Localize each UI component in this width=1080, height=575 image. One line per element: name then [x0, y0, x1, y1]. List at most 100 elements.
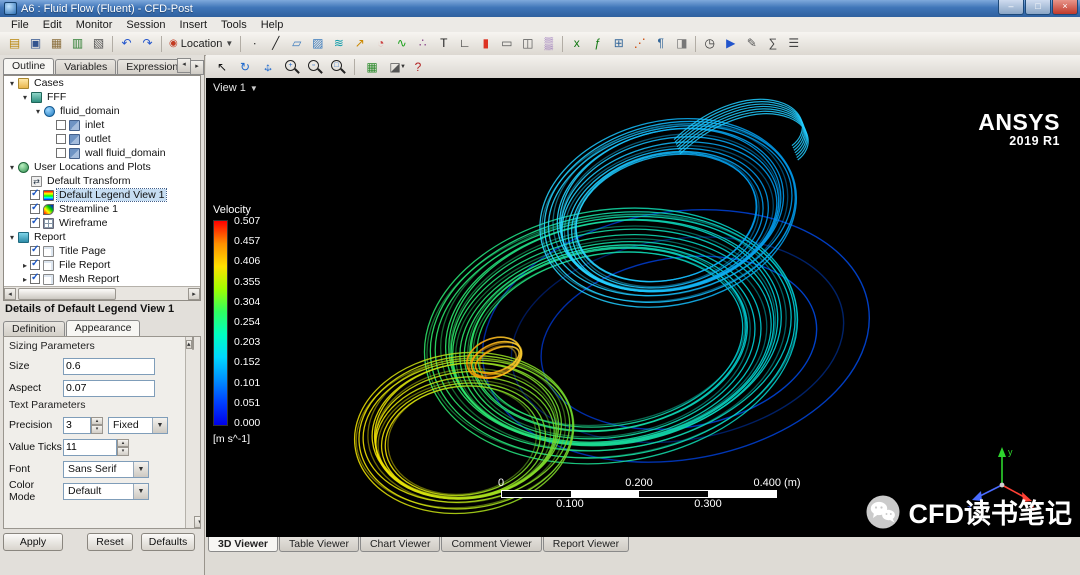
tree-item-inlet[interactable]: inlet — [4, 118, 200, 132]
reset-button[interactable]: Reset — [87, 533, 133, 551]
viewer-tab-table-viewer[interactable]: Table Viewer — [279, 537, 359, 552]
value-ticks-stepper[interactable]: ▴▾ — [117, 439, 129, 456]
insert-vector-icon[interactable]: ↗ — [349, 33, 370, 54]
tree-item-title-page[interactable]: Title Page — [4, 244, 200, 258]
size-input[interactable] — [63, 358, 155, 375]
undo-icon[interactable]: ↶ — [116, 33, 137, 54]
tree-item-user-locations-and-plots[interactable]: ▾User Locations and Plots — [4, 160, 200, 174]
viewer-tab-comment-viewer[interactable]: Comment Viewer — [441, 537, 541, 552]
report-icon[interactable]: ▥ — [67, 33, 88, 54]
details-vertical-scrollbar[interactable]: ▴ ▾ — [185, 337, 200, 528]
insert-clip-plane-icon[interactable]: ◫ — [517, 33, 538, 54]
insert-figure-icon[interactable]: ◨ — [671, 33, 692, 54]
visibility-checkbox[interactable] — [30, 204, 40, 214]
insert-expression-icon[interactable]: ƒ — [587, 33, 608, 54]
viewer-tab-chart-viewer[interactable]: Chart Viewer — [360, 537, 441, 552]
precision-mode-dropdown[interactable]: Fixed ▼ — [108, 417, 168, 434]
details-tab-appearance[interactable]: Appearance — [66, 320, 141, 336]
tree-item-report[interactable]: ▾Report — [4, 230, 200, 244]
aspect-input[interactable] — [63, 380, 155, 397]
insert-line-icon[interactable]: ╱ — [265, 33, 286, 54]
visibility-checkbox[interactable] — [30, 274, 40, 284]
macro-calculator-icon[interactable]: ☰ — [783, 33, 804, 54]
insert-instance-transform-icon[interactable]: ▭ — [496, 33, 517, 54]
tree-item-default-transform[interactable]: ⇄Default Transform — [4, 174, 200, 188]
insert-text-icon[interactable]: T — [433, 33, 454, 54]
precision-stepper[interactable]: ▴▾ — [91, 417, 103, 434]
3d-viewport[interactable]: View 1▼ ANSYS 2019 R1 Velocity 0.5070.45… — [206, 78, 1080, 537]
menu-session[interactable]: Session — [119, 19, 172, 31]
scroll-right-icon[interactable]: ▸ — [188, 288, 200, 300]
close-button[interactable]: × — [1052, 0, 1078, 15]
export-icon[interactable]: ▧ — [88, 33, 109, 54]
tree-item-default-legend-view-1[interactable]: Default Legend View 1 — [4, 188, 200, 202]
scroll-left-icon[interactable]: ◂ — [4, 288, 16, 300]
save-picture-icon[interactable]: ▦ — [46, 33, 67, 54]
apply-button[interactable]: Apply — [3, 533, 63, 551]
visibility-checkbox[interactable] — [30, 190, 40, 200]
quick-editor-icon[interactable]: ✎ — [741, 33, 762, 54]
insert-variable-icon[interactable]: x — [566, 33, 587, 54]
insert-streamline-icon[interactable]: ∿ — [391, 33, 412, 54]
visibility-checkbox[interactable] — [56, 120, 66, 130]
load-results-icon[interactable]: ▤ — [4, 33, 25, 54]
viewer-tab-report-viewer[interactable]: Report Viewer — [543, 537, 629, 552]
expander-icon[interactable]: ▾ — [20, 93, 30, 102]
tree-item-wall-fluid-domain[interactable]: wall fluid_domain — [4, 146, 200, 160]
tree-item-outlet[interactable]: outlet — [4, 132, 200, 146]
select-tool-icon[interactable]: ↖ — [212, 57, 232, 77]
menu-help[interactable]: Help — [254, 19, 291, 31]
scroll-up-icon[interactable]: ▴ — [186, 340, 192, 349]
fit-view-tool-icon[interactable]: □ — [327, 57, 347, 77]
insert-coord-frame-icon[interactable]: ∟ — [454, 33, 475, 54]
tree-horizontal-scrollbar[interactable]: ◂ ▸ — [4, 286, 200, 300]
tab-variables[interactable]: Variables — [55, 59, 116, 74]
precision-input[interactable] — [63, 417, 91, 434]
details-tab-definition[interactable]: Definition — [3, 321, 65, 336]
insert-point-icon[interactable]: ∙ — [244, 33, 265, 54]
tab-scroll-left-button[interactable]: ◂ — [177, 58, 191, 73]
tree-item-wireframe[interactable]: Wireframe — [4, 216, 200, 230]
redo-icon[interactable]: ↷ — [137, 33, 158, 54]
expander-icon[interactable]: ▾ — [7, 79, 17, 88]
rotate-tool-icon[interactable]: ↻ — [235, 57, 255, 77]
save-state-icon[interactable]: ▣ — [25, 33, 46, 54]
insert-table-icon[interactable]: ⊞ — [608, 33, 629, 54]
menu-monitor[interactable]: Monitor — [69, 19, 120, 31]
minimize-button[interactable]: – — [998, 0, 1024, 15]
view-selector[interactable]: View 1▼ — [213, 82, 258, 94]
scrollbar-thumb[interactable] — [18, 288, 116, 300]
insert-color-map-icon[interactable]: ▒ — [538, 33, 559, 54]
visibility-checkbox[interactable] — [30, 218, 40, 228]
expander-icon[interactable]: ▸ — [20, 275, 30, 284]
expander-icon[interactable]: ▾ — [33, 107, 43, 116]
expander-icon[interactable]: ▸ — [20, 261, 30, 270]
pan-tool-icon[interactable]: ↔↕ — [258, 57, 278, 77]
perspective-grid-icon[interactable]: ▦ — [362, 57, 382, 77]
tab-outline[interactable]: Outline — [3, 58, 54, 74]
visibility-checkbox[interactable] — [56, 134, 66, 144]
tree-item-fff[interactable]: ▾FFF — [4, 90, 200, 104]
font-dropdown[interactable]: Sans Serif ▼ — [63, 461, 149, 478]
zoom-box-tool-icon[interactable]: ▫ — [304, 57, 324, 77]
menu-tools[interactable]: Tools — [214, 19, 254, 31]
scrollbar-thumb[interactable] — [192, 336, 194, 350]
insert-contour-icon[interactable]: ◔ — [370, 33, 391, 54]
defaults-button[interactable]: Defaults — [141, 533, 195, 551]
visibility-checkbox[interactable] — [30, 260, 40, 270]
insert-plane-icon[interactable]: ▱ — [286, 33, 307, 54]
insert-comment-icon[interactable]: ¶ — [650, 33, 671, 54]
tree-item-fluid-domain[interactable]: ▾fluid_domain — [4, 104, 200, 118]
tree-item-mesh-report[interactable]: ▸Mesh Report — [4, 272, 200, 286]
visibility-checkbox[interactable] — [30, 246, 40, 256]
expander-icon[interactable]: ▾ — [7, 163, 17, 172]
insert-chart-icon[interactable]: ⋰ — [629, 33, 650, 54]
animation-icon[interactable]: ▶ — [720, 33, 741, 54]
menu-edit[interactable]: Edit — [36, 19, 69, 31]
tree-item-streamline-1[interactable]: Streamline 1 — [4, 202, 200, 216]
expander-icon[interactable]: ▾ — [7, 233, 17, 242]
view-orientation-icon[interactable]: ◪▼ — [385, 57, 405, 77]
insert-legend-icon[interactable]: ▮ — [475, 33, 496, 54]
insert-isosurface-icon[interactable]: ≋ — [328, 33, 349, 54]
insert-particle-track-icon[interactable]: ∴ — [412, 33, 433, 54]
